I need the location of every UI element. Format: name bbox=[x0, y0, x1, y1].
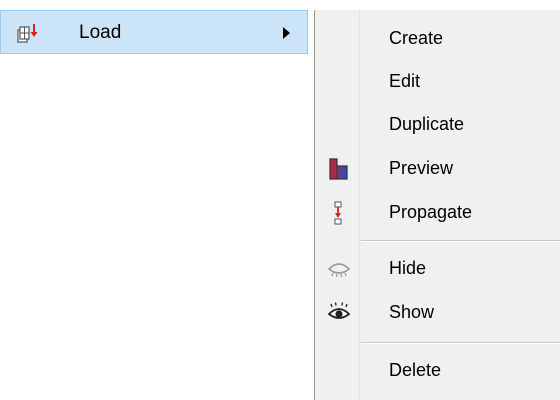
menu-item-preview[interactable]: Preview bbox=[315, 148, 560, 190]
menu-item-propagate[interactable]: Propagate bbox=[315, 192, 560, 234]
menu-item-edit-label: Edit bbox=[389, 71, 421, 91]
menu-item-hide[interactable]: Hide bbox=[315, 248, 560, 290]
menu-item-load-label: Load bbox=[79, 22, 122, 43]
menu-item-hide-label: Hide bbox=[389, 258, 427, 278]
menu-item-edit[interactable]: Edit bbox=[315, 61, 560, 103]
menu-item-preview-label: Preview bbox=[389, 158, 454, 178]
preview-icon bbox=[327, 157, 351, 181]
hide-eye-closed-icon bbox=[327, 257, 351, 281]
menu-item-create-label: Create bbox=[389, 28, 444, 48]
menu-item-show-label: Show bbox=[389, 302, 435, 322]
show-eye-icon bbox=[327, 301, 351, 325]
menu-item-create[interactable]: Create bbox=[315, 18, 560, 60]
menu-item-duplicate-label: Duplicate bbox=[389, 114, 465, 134]
load-submenu: Create Edit Duplicate Preview Propagate … bbox=[314, 10, 560, 400]
submenu-arrow-icon bbox=[283, 27, 290, 39]
menu-item-duplicate[interactable]: Duplicate bbox=[315, 104, 560, 146]
menu-separator bbox=[361, 342, 560, 344]
menu-separator bbox=[361, 240, 560, 242]
menu-item-propagate-label: Propagate bbox=[389, 202, 473, 222]
menu-item-delete-label: Delete bbox=[389, 360, 442, 380]
load-icon bbox=[17, 23, 39, 43]
menu-item-delete[interactable]: Delete bbox=[315, 350, 560, 392]
menu-item-load[interactable]: Load bbox=[0, 10, 308, 54]
propagate-icon bbox=[327, 201, 351, 225]
menu-item-show[interactable]: Show bbox=[315, 292, 560, 334]
